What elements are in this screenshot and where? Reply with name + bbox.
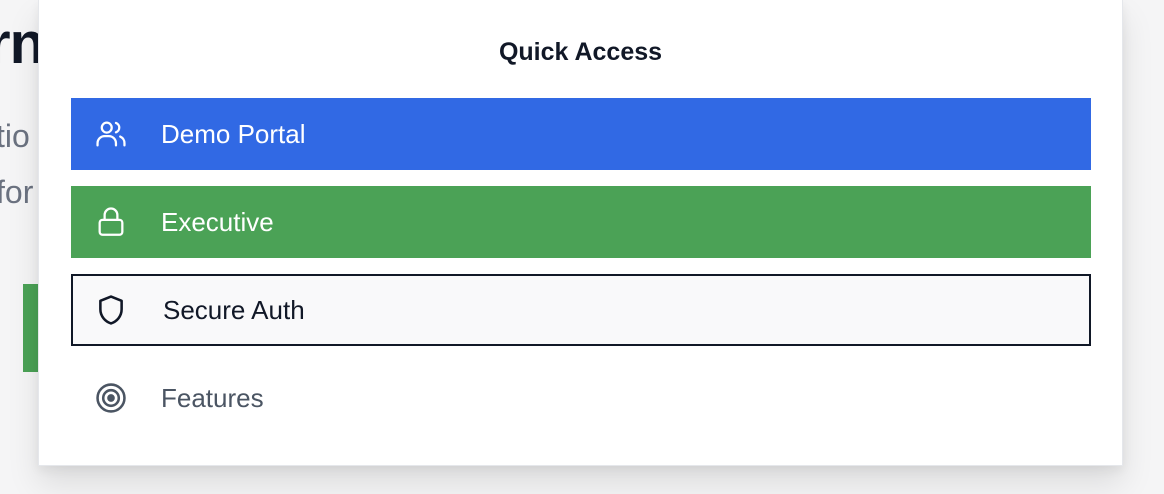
quick-access-popover: Quick Access Demo Portal Executive Secur… bbox=[38, 0, 1123, 466]
shield-icon bbox=[93, 292, 129, 328]
users-icon bbox=[93, 116, 129, 152]
background-text-line: for bbox=[0, 174, 34, 210]
menu-item-demo-portal[interactable]: Demo Portal bbox=[71, 98, 1091, 170]
menu-item-executive[interactable]: Executive bbox=[71, 186, 1091, 258]
menu-item-label: Features bbox=[161, 382, 264, 413]
menu-item-label: Executive bbox=[161, 206, 274, 237]
menu-item-secure-auth[interactable]: Secure Auth bbox=[71, 274, 1091, 346]
target-icon bbox=[93, 380, 129, 416]
background-text-line: tio bbox=[0, 118, 30, 154]
menu-item-label: Demo Portal bbox=[161, 118, 306, 149]
lock-icon bbox=[93, 204, 129, 240]
popover-title: Quick Access bbox=[498, 38, 663, 66]
menu-item-features[interactable]: Features bbox=[71, 362, 1091, 434]
menu-item-label: Secure Auth bbox=[163, 294, 305, 325]
